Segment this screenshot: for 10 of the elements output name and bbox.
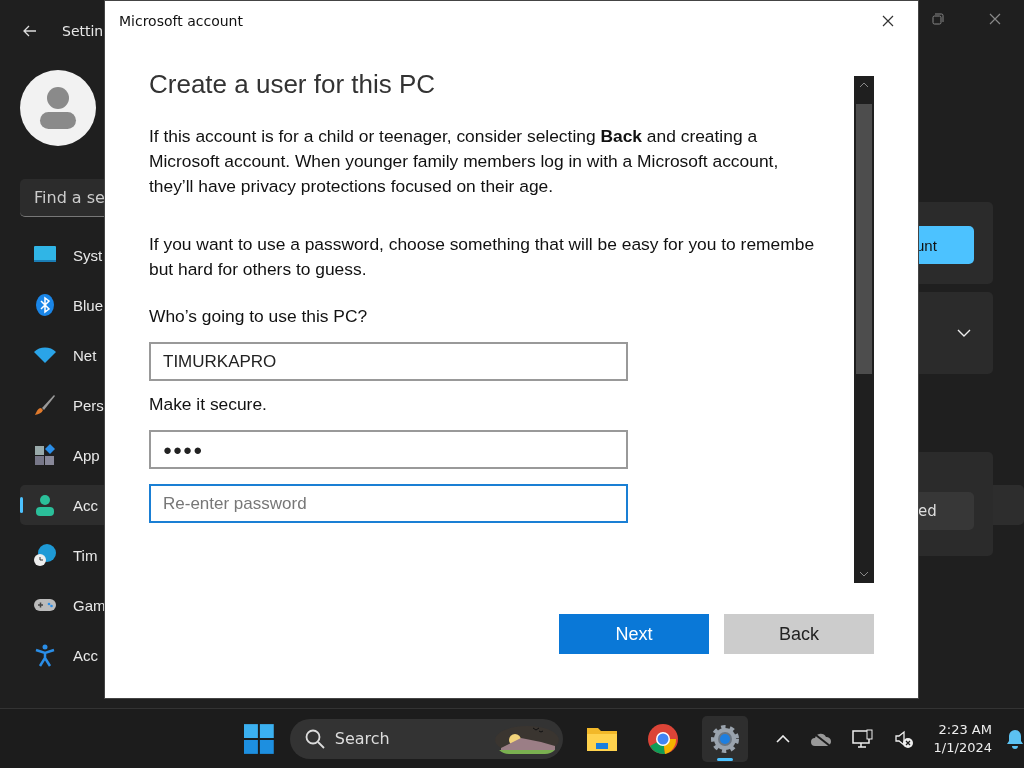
paragraph-line: If this account is for a child or teenager, consider selecting Back and creating a [149, 125, 759, 148]
paragraph-line: Microsoft account. When younger family members log in with a Microsoft account, [149, 150, 779, 173]
paragraph-line: they’ll have privacy protections focused on their age. [149, 175, 555, 198]
field-label: Who’s going to use this PC? [149, 306, 368, 327]
paragraph-line: but hard for others to guess. [149, 258, 368, 281]
field-label: Make it secure. [149, 394, 267, 415]
paragraph-line: If you want to use a password, choose something that will be easy for you to remembe [149, 233, 815, 256]
dialog-title: Microsoft account [119, 13, 243, 29]
window-title: Settin [62, 23, 104, 39]
dialog-heading: Create a user for this PC [149, 69, 436, 100]
